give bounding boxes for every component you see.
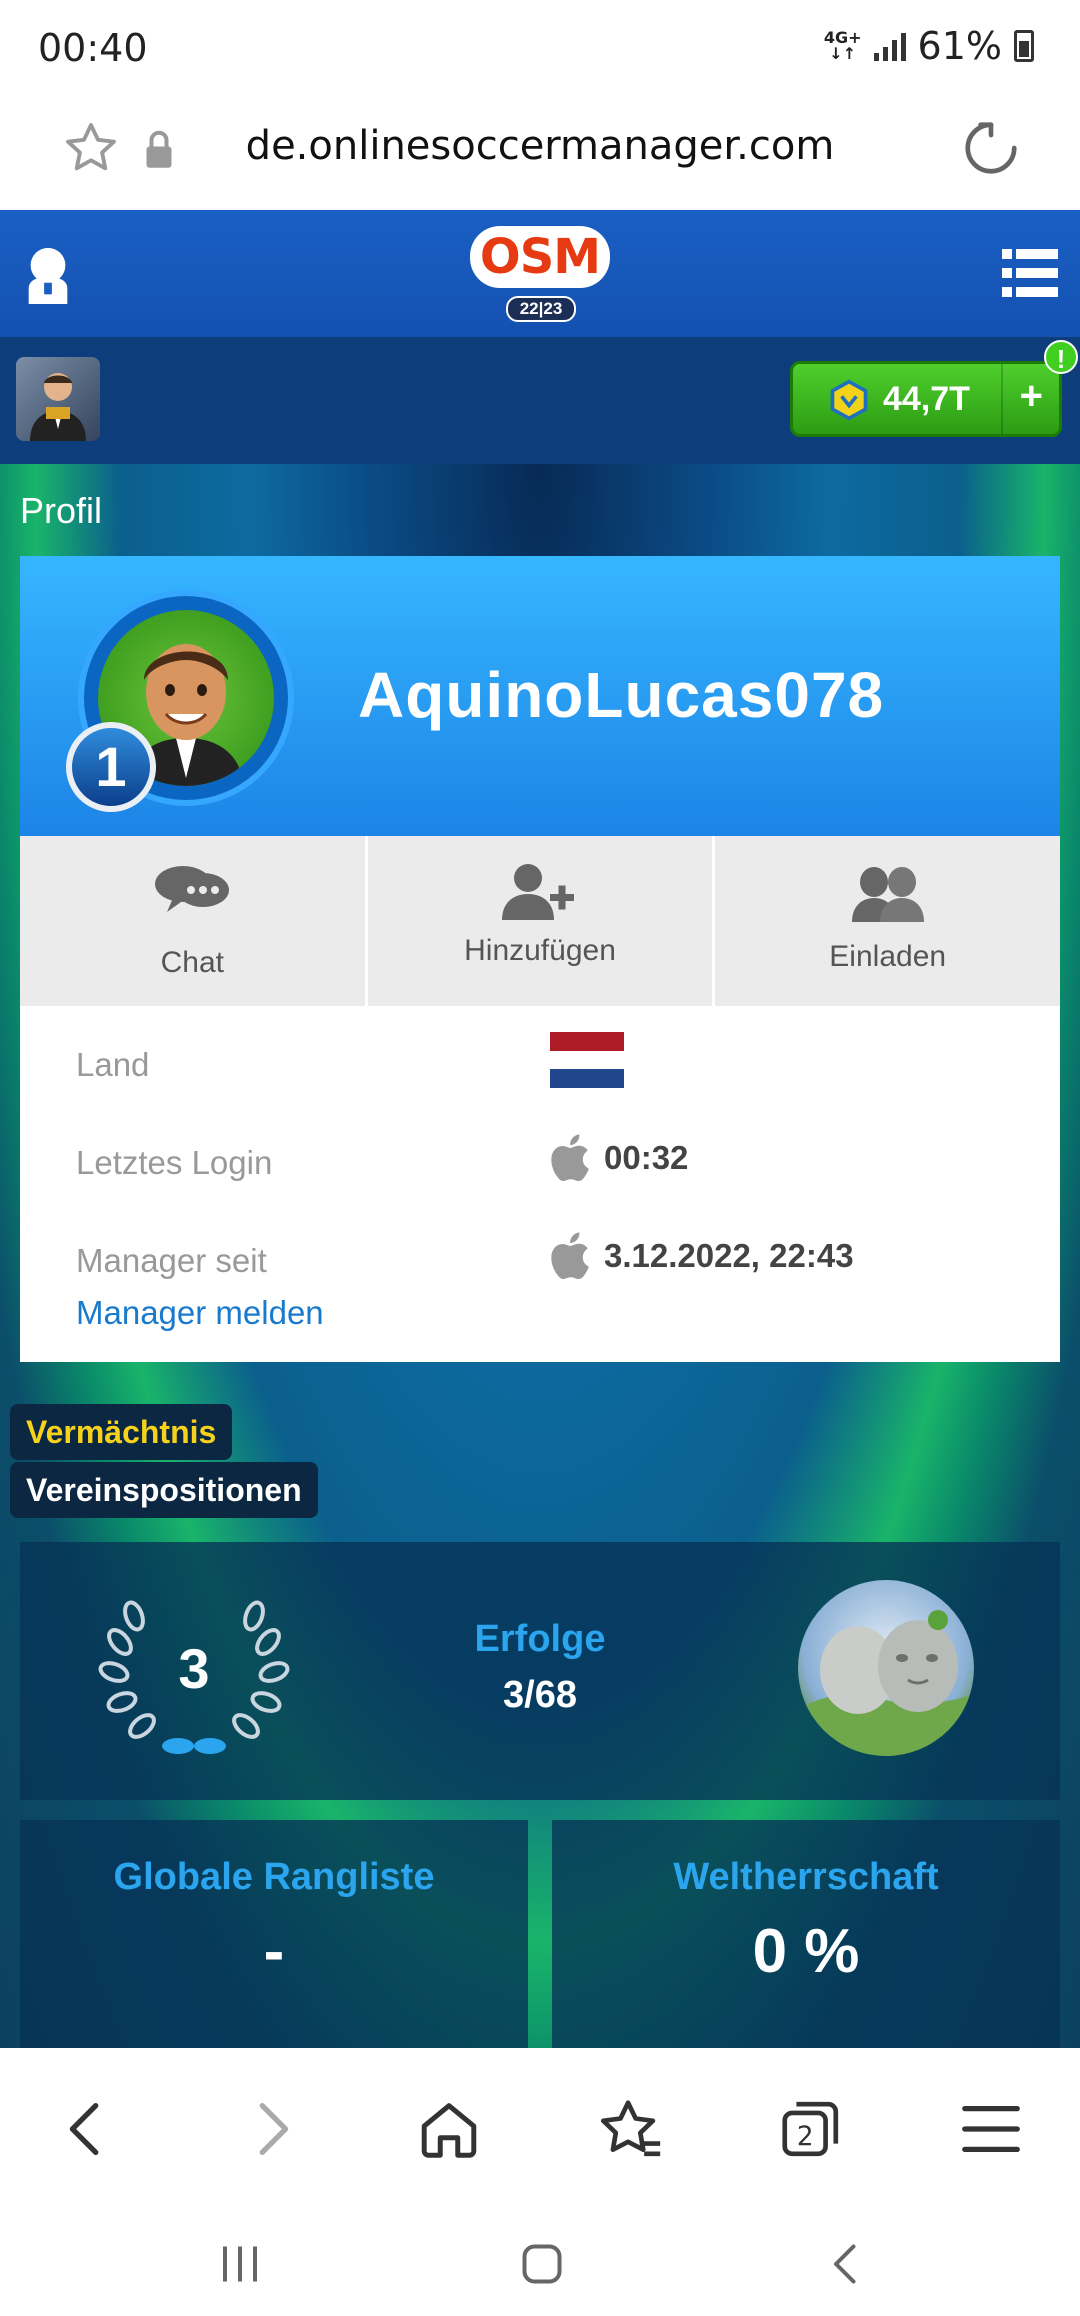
profile-actions: Chat Hinzufügen Einladen xyxy=(20,836,1060,1006)
section-label: Profil xyxy=(20,490,103,531)
tabs-icon[interactable]: 2 xyxy=(776,2094,846,2164)
apple-icon xyxy=(551,1134,589,1182)
add-user-icon xyxy=(502,864,574,920)
add-friend-button[interactable]: Hinzufügen xyxy=(368,836,716,1006)
profile-card: 1 AquinoLucas078 Chat Hinzufügen Einlade… xyxy=(20,556,1060,1362)
coins-button[interactable]: 44,7T + xyxy=(790,361,1062,437)
global-ranking-title: Globale Rangliste xyxy=(113,1856,435,1898)
country-label: Land xyxy=(76,1046,150,1083)
signal-icon xyxy=(873,31,906,61)
system-back-icon[interactable] xyxy=(816,2234,876,2294)
status-bar: 00:40 4G+ ↓↑ 61% xyxy=(0,0,1080,95)
network-indicator: 4G+ ↓↑ xyxy=(823,28,862,63)
invite-label: Einladen xyxy=(829,940,947,973)
reload-icon[interactable] xyxy=(960,117,1022,179)
world-domination-value: 0 % xyxy=(752,1917,860,1986)
osm-logo[interactable]: OSM 22|23 xyxy=(470,226,610,326)
coin-icon xyxy=(830,379,868,421)
achievement-image xyxy=(798,1580,974,1756)
battery-icon xyxy=(1014,30,1034,62)
global-ranking-value: - xyxy=(263,1917,285,1986)
url-text[interactable]: de.onlinesoccermanager.com xyxy=(0,123,1080,169)
home-icon[interactable] xyxy=(414,2094,484,2164)
manager-since-row: 3.12.2022, 22:43 xyxy=(550,1232,854,1280)
report-manager-link[interactable]: Manager melden xyxy=(76,1294,324,1332)
world-domination-panel[interactable]: Weltherrschaft 0 % xyxy=(552,1820,1060,2048)
profile-info: Land Letztes Login 00:32 Manager seit 3.… xyxy=(20,1006,1060,1362)
last-login-row: 00:32 xyxy=(550,1134,688,1182)
rank-badge: 1 xyxy=(66,722,156,812)
global-ranking-panel[interactable]: Globale Rangliste - xyxy=(20,1820,528,2048)
world-domination-title: Weltherrschaft xyxy=(673,1856,939,1898)
manager-since-label: Manager seit xyxy=(76,1242,267,1279)
last-login-value: 00:32 xyxy=(604,1139,689,1176)
home-button-icon[interactable] xyxy=(512,2234,572,2294)
svg-text:2: 2 xyxy=(797,2122,814,2152)
forward-icon[interactable] xyxy=(236,2094,306,2164)
add-coins-button[interactable]: + xyxy=(1020,374,1043,419)
season-badge: 22|23 xyxy=(506,296,576,322)
username: AquinoLucas078 xyxy=(358,659,885,731)
browser-toolbar: 2 xyxy=(0,2048,1080,2220)
club-manager-avatar[interactable] xyxy=(16,357,100,441)
menu-list-icon[interactable] xyxy=(1002,248,1058,298)
recent-apps-icon[interactable] xyxy=(210,2234,270,2294)
achievements-panel[interactable]: 3 Erfolge 3/68 xyxy=(20,1542,1060,1800)
chat-icon xyxy=(155,866,230,912)
manager-since-value: 3.12.2022, 22:43 xyxy=(604,1237,854,1274)
back-icon[interactable] xyxy=(52,2094,122,2164)
browser-url-bar: de.onlinesoccermanager.com xyxy=(0,95,1080,210)
club-positions-tag[interactable]: Vereinspositionen xyxy=(10,1462,318,1518)
flag-netherlands-icon xyxy=(550,1032,624,1089)
invite-users-icon xyxy=(851,867,924,922)
club-bar: 44,7T + xyxy=(0,337,1080,464)
chat-label: Chat xyxy=(160,946,225,979)
status-time: 00:40 xyxy=(38,26,148,70)
system-nav-bar xyxy=(0,2220,1080,2316)
invite-button[interactable]: Einladen xyxy=(715,836,1060,1006)
manager-icon[interactable] xyxy=(22,246,74,304)
country-value xyxy=(550,1032,624,1089)
legacy-tag[interactable]: Vermächtnis xyxy=(10,1404,233,1460)
browser-menu-icon[interactable] xyxy=(956,2094,1026,2164)
apple-icon xyxy=(551,1232,589,1280)
game-header: OSM 22|23 xyxy=(0,210,1080,337)
add-friend-label: Hinzufügen xyxy=(464,934,616,967)
coin-balance: 44,7T xyxy=(883,380,970,418)
status-icons: 4G+ ↓↑ 61% xyxy=(824,24,1034,68)
profile-header: 1 AquinoLucas078 xyxy=(20,556,1060,836)
chat-button[interactable]: Chat xyxy=(20,836,368,1006)
bookmarks-icon[interactable] xyxy=(596,2094,666,2164)
alert-badge[interactable]: ! xyxy=(1044,340,1078,374)
last-login-label: Letztes Login xyxy=(76,1144,273,1181)
battery-percent: 61% xyxy=(917,24,1002,68)
